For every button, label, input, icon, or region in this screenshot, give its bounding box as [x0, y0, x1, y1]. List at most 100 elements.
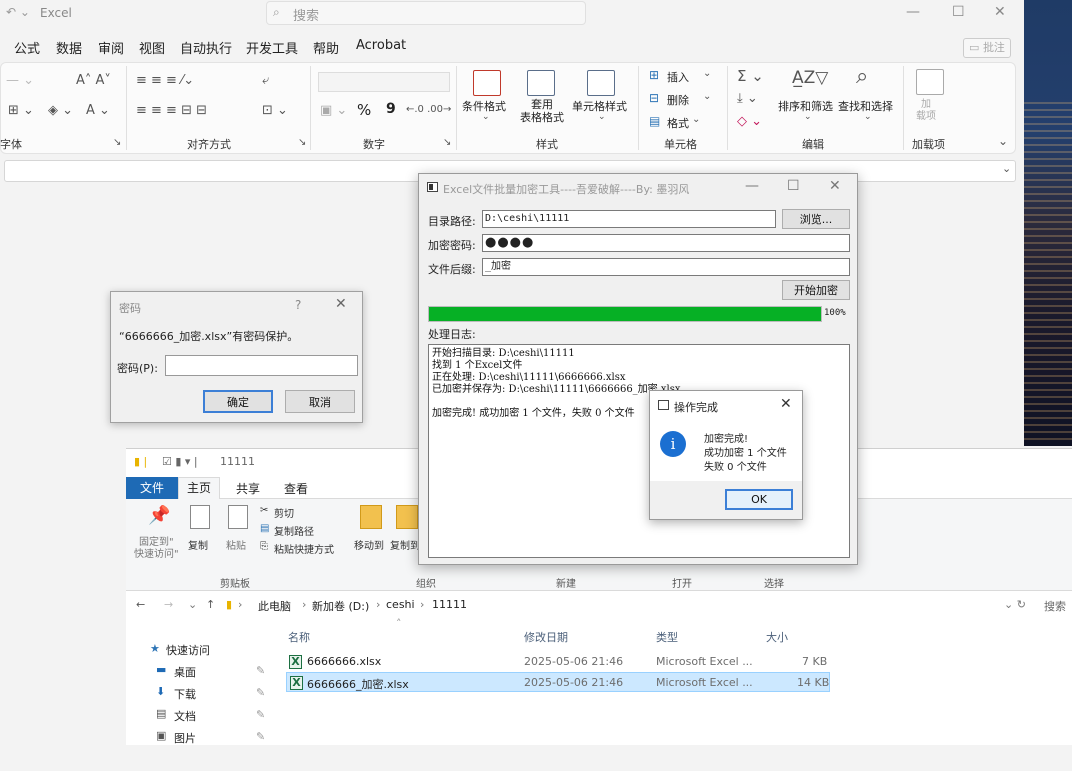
- tab-developer[interactable]: 开发工具: [246, 38, 298, 57]
- breadcrumb-11111[interactable]: 11111: [432, 598, 467, 611]
- breadcrumb-this-pc[interactable]: 此电脑: [258, 598, 291, 614]
- format-as-table-icon[interactable]: [527, 70, 555, 96]
- conditional-format-icon[interactable]: [473, 70, 501, 96]
- insert-cells-icon[interactable]: ⊞: [649, 68, 659, 82]
- tab-view[interactable]: 查看: [284, 480, 308, 497]
- up-icon[interactable]: ↑: [206, 598, 215, 611]
- insert-cells-label[interactable]: 插入: [667, 69, 689, 85]
- close-icon[interactable]: ✕: [335, 296, 347, 312]
- autosum-icon[interactable]: Σ ⌄: [737, 67, 764, 85]
- tab-help[interactable]: 帮助: [313, 38, 339, 57]
- recent-icon[interactable]: ⌄: [188, 598, 197, 611]
- format-cells-label[interactable]: 格式: [667, 115, 689, 131]
- suffix-input[interactable]: _加密: [482, 258, 850, 276]
- maximize-icon[interactable]: ☐: [787, 178, 800, 194]
- pin-icon[interactable]: ✎: [256, 686, 265, 699]
- help-icon[interactable]: ?: [295, 298, 301, 312]
- font-launcher-icon[interactable]: ↘: [113, 137, 121, 148]
- format-as-table-label[interactable]: 套用 表格格式: [520, 98, 564, 124]
- tab-review[interactable]: 审阅: [98, 38, 124, 57]
- cut-button[interactable]: 剪切: [274, 505, 294, 520]
- dir-input[interactable]: D:\ceshi\11111: [482, 210, 776, 228]
- column-date[interactable]: 修改日期: [524, 629, 568, 645]
- file-row[interactable]: X 6666666.xlsx 2025-05-06 21:46 Microsof…: [286, 652, 830, 672]
- formula-expand-icon[interactable]: ⌄: [1002, 162, 1011, 175]
- maximize-icon[interactable]: ☐: [952, 4, 965, 20]
- move-to-icon[interactable]: [360, 505, 382, 529]
- column-name[interactable]: 名称: [288, 629, 310, 645]
- search-box[interactable]: ⌕ 搜索: [266, 1, 586, 25]
- address-bar[interactable]: ← → ⌄ ↑ ▮ › 此电脑 › 新加卷 (D:) › ceshi › 111…: [126, 593, 1072, 619]
- paste-shortcut-button[interactable]: 粘贴快捷方式: [274, 541, 334, 556]
- paste-shortcut-icon[interactable]: ⎘: [260, 541, 268, 552]
- comma-style-icon[interactable]: 9: [386, 101, 396, 117]
- pin-icon[interactable]: 📌: [148, 505, 170, 526]
- percent-style-icon[interactable]: %: [357, 101, 371, 119]
- tab-acrobat[interactable]: Acrobat: [356, 38, 406, 53]
- move-to-button[interactable]: 移动到: [354, 537, 384, 552]
- number-format-dropdown[interactable]: [318, 72, 450, 92]
- close-icon[interactable]: ✕: [994, 4, 1006, 20]
- alignment-launcher-icon[interactable]: ↘: [298, 137, 306, 148]
- increase-font-icon[interactable]: A˄ A˅: [76, 73, 111, 88]
- find-select-icon[interactable]: ⌕: [856, 64, 868, 89]
- format-cells-icon[interactable]: ▤: [649, 114, 660, 128]
- fill-color-icon[interactable]: ◈ ⌄: [48, 103, 73, 118]
- merge-center-icon[interactable]: ⊡ ⌄: [262, 103, 288, 118]
- password-input[interactable]: [165, 355, 358, 376]
- close-icon[interactable]: ✕: [780, 396, 792, 412]
- addins-label[interactable]: 加 载项: [916, 99, 936, 123]
- nav-documents[interactable]: 文档: [174, 708, 196, 724]
- cut-icon[interactable]: ✂: [260, 505, 268, 516]
- clear-icon[interactable]: ◇ ⌄: [737, 114, 762, 129]
- cell-styles-icon[interactable]: [587, 70, 615, 96]
- close-icon[interactable]: ✕: [829, 178, 841, 194]
- column-type[interactable]: 类型: [656, 629, 678, 645]
- pin-icon[interactable]: ✎: [256, 730, 265, 743]
- ribbon-collapse-icon[interactable]: ⌄: [998, 134, 1008, 148]
- back-icon[interactable]: ←: [136, 598, 145, 611]
- copy-icon[interactable]: [190, 505, 210, 529]
- minimize-icon[interactable]: —: [745, 178, 759, 194]
- start-encrypt-button[interactable]: 开始加密: [782, 280, 850, 300]
- copy-path-button[interactable]: 复制路径: [274, 523, 314, 538]
- borders-icon[interactable]: ⊞ ⌄: [8, 103, 34, 118]
- nav-pictures[interactable]: 图片: [174, 730, 196, 746]
- breadcrumb-ceshi[interactable]: ceshi: [386, 598, 415, 611]
- tab-automate[interactable]: 自动执行: [180, 38, 232, 57]
- pin-quick-access[interactable]: 固定到" 快速访问": [134, 537, 179, 561]
- tab-view[interactable]: 视图: [139, 38, 165, 57]
- quick-access-icon[interactable]: ☑ ▮ ▾ |: [162, 455, 198, 468]
- addins-icon[interactable]: [916, 69, 944, 95]
- pin-icon[interactable]: ✎: [256, 708, 265, 721]
- address-dropdown-icon[interactable]: ⌄ ↻: [1004, 598, 1026, 611]
- font-size-dropdown[interactable]: — ⌄: [6, 73, 34, 88]
- minimize-icon[interactable]: —: [906, 4, 920, 20]
- file-row-selected[interactable]: X 6666666_加密.xlsx 2025-05-06 21:46 Micro…: [286, 672, 830, 692]
- pin-icon[interactable]: ✎: [256, 664, 265, 677]
- ok-button[interactable]: 确定: [203, 390, 273, 413]
- search-box[interactable]: 搜索: [1044, 598, 1066, 614]
- nav-downloads[interactable]: 下载: [174, 686, 196, 702]
- nav-desktop[interactable]: 桌面: [174, 664, 196, 680]
- align-top-icon[interactable]: ≡ ≡ ≡ ⁄⌄: [136, 73, 194, 88]
- forward-icon[interactable]: →: [164, 598, 173, 611]
- copy-to-icon[interactable]: [396, 505, 418, 529]
- quick-access-undo-icon[interactable]: ↶ ⌄: [6, 5, 30, 19]
- align-left-icon[interactable]: ≡ ≡ ≡ ⊟ ⊟: [136, 103, 207, 118]
- number-launcher-icon[interactable]: ↘: [443, 137, 451, 148]
- ok-button[interactable]: OK: [725, 489, 793, 510]
- sort-filter-icon[interactable]: A̲Z▽: [792, 68, 828, 88]
- decimal-icons[interactable]: ←.0 .00→: [406, 104, 451, 115]
- copy-to-button[interactable]: 复制到: [390, 537, 420, 552]
- comments-button[interactable]: ▭ 批注: [963, 38, 1011, 58]
- paste-icon[interactable]: [228, 505, 248, 529]
- wrap-text-icon[interactable]: ⤶: [262, 73, 269, 88]
- password-input[interactable]: ●●●●: [482, 234, 850, 252]
- accounting-format-icon[interactable]: ▣ ⌄: [320, 103, 347, 118]
- column-size[interactable]: 大小: [766, 629, 788, 645]
- tab-share[interactable]: 共享: [236, 480, 260, 497]
- tab-data[interactable]: 数据: [56, 38, 82, 57]
- cancel-button[interactable]: 取消: [285, 390, 355, 413]
- tab-formulas[interactable]: 公式: [14, 38, 40, 57]
